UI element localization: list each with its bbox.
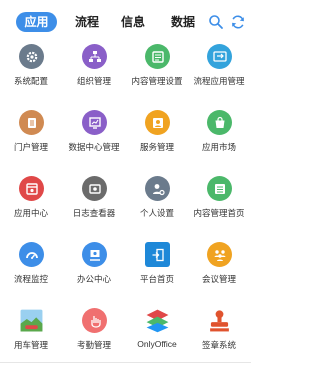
- tab-workflow[interactable]: 流程: [70, 12, 104, 32]
- app-tile[interactable]: 日志查看器: [63, 172, 125, 236]
- app-tile[interactable]: 应用市场: [188, 106, 250, 170]
- log-viewer-icon: [82, 176, 107, 201]
- gauge-icon: [19, 242, 44, 267]
- content-settings-icon: [145, 44, 170, 69]
- app-tile-label: 应用市场: [201, 142, 236, 152]
- app-tile[interactable]: 平台首页: [126, 238, 188, 302]
- workflow-app-icon: [207, 44, 232, 69]
- service-icon: [145, 110, 170, 135]
- onlyoffice-icon: [145, 308, 170, 333]
- refresh-icon[interactable]: [230, 14, 246, 30]
- app-tile[interactable]: 签章系统: [188, 304, 250, 366]
- app-tile[interactable]: 流程监控: [0, 238, 62, 302]
- exit-door-icon: [145, 242, 170, 267]
- shopping-bag-icon: [207, 110, 232, 135]
- org-chart-icon: [82, 44, 107, 69]
- app-tile[interactable]: 用车管理: [0, 304, 62, 366]
- app-tile[interactable]: OnlyOffice: [126, 304, 188, 366]
- app-tile[interactable]: 内容管理设置: [126, 40, 188, 104]
- app-tile-label: 签章系统: [201, 340, 236, 350]
- content-home-icon: [207, 176, 232, 201]
- app-tile[interactable]: 流程应用管理: [188, 40, 250, 104]
- app-tile[interactable]: 内容管理首页: [188, 172, 250, 236]
- top-tab-bar: 应用 流程 信息 数据: [0, 0, 251, 40]
- tab-data[interactable]: 数据: [168, 12, 198, 32]
- app-tile-label: 会议管理: [201, 274, 236, 284]
- app-tile[interactable]: 系统配置: [0, 40, 62, 104]
- app-tile[interactable]: 门户管理: [0, 106, 62, 170]
- search-icon[interactable]: [208, 14, 224, 30]
- app-tile[interactable]: 办公中心: [63, 238, 125, 302]
- app-tile[interactable]: 服务管理: [126, 106, 188, 170]
- app-tile-label: 内容管理首页: [193, 208, 245, 218]
- meeting-icon: [207, 242, 232, 267]
- app-tile[interactable]: 应用中心: [0, 172, 62, 236]
- app-center-icon: [19, 176, 44, 201]
- tab-apps[interactable]: 应用: [16, 12, 57, 32]
- app-tile[interactable]: 数据中心管理: [63, 106, 125, 170]
- bottom-divider: [0, 362, 251, 363]
- app-tile[interactable]: 会议管理: [188, 238, 250, 302]
- stamp-icon: [207, 308, 232, 333]
- office-icon: [82, 242, 107, 267]
- hand-tap-icon: [82, 308, 107, 333]
- app-tile[interactable]: 考勤管理: [63, 304, 125, 366]
- app-tile-label: 流程应用管理: [193, 76, 245, 86]
- user-settings-icon: [145, 176, 170, 201]
- data-center-icon: [82, 110, 107, 135]
- portal-icon: [19, 110, 44, 135]
- gear-icon: [19, 44, 44, 69]
- car-landscape-icon: [19, 308, 44, 333]
- tab-info[interactable]: 信息: [118, 12, 148, 32]
- app-tile[interactable]: 组织管理: [63, 40, 125, 104]
- app-tile[interactable]: 个人设置: [126, 172, 188, 236]
